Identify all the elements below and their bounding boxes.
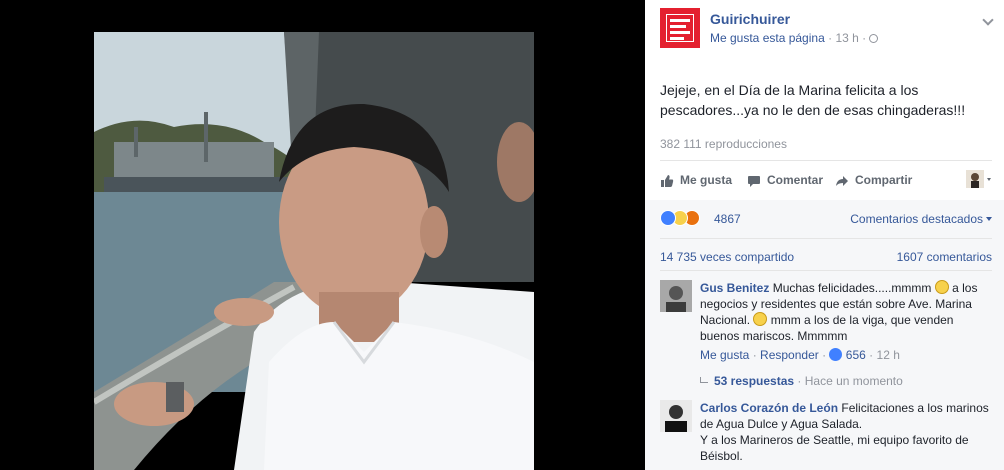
comment-time[interactable]: 12 h xyxy=(877,348,900,362)
meta-separator: · xyxy=(752,348,757,362)
divider xyxy=(660,160,992,161)
video-frame[interactable] xyxy=(94,32,534,470)
page-logo xyxy=(666,14,694,42)
comments-section: 4867 Comentarios destacados 14 735 veces… xyxy=(645,200,1004,470)
share-button[interactable]: Compartir xyxy=(835,170,912,190)
page-avatar[interactable] xyxy=(660,8,700,48)
divider xyxy=(660,270,992,271)
reaction-count[interactable]: 4867 xyxy=(714,212,741,226)
replies-time: Hace un momento xyxy=(804,374,903,388)
view-count: 382 111 reproducciones xyxy=(660,137,787,151)
globe-icon xyxy=(869,34,879,43)
sort-label: Comentarios destacados xyxy=(850,212,983,226)
post-text: Jejeje, en el Día de la Marina felicita … xyxy=(660,82,966,118)
like-label: Me gusta xyxy=(680,173,733,187)
comment-text: Y a los Marineros de Seattle, mi equipo … xyxy=(700,433,969,463)
comment-actions: Me gusta · Responder · 656 · 12 h xyxy=(700,348,900,362)
meta-separator: · xyxy=(822,348,827,362)
share-arrow-icon xyxy=(836,175,848,186)
comment-sort-dropdown[interactable]: Comentarios destacados xyxy=(850,212,992,226)
comment-reply-link[interactable]: Responder xyxy=(760,348,819,362)
viewer-avatar[interactable] xyxy=(966,170,992,188)
chevron-down-icon[interactable] xyxy=(982,14,994,26)
caret-down-icon xyxy=(986,217,992,221)
reply-arrow-icon xyxy=(700,377,708,383)
avatar[interactable] xyxy=(660,280,692,312)
comment-author[interactable]: Gus Benitez xyxy=(700,281,769,295)
comment-item: Gus Benitez Muchas felicidades.....mmmm … xyxy=(660,280,992,376)
action-bar: Me gusta Comentar Compartir xyxy=(660,170,992,190)
comment-like-count[interactable]: 656 xyxy=(846,348,866,362)
thumbs-up-icon xyxy=(661,174,674,187)
video-player[interactable] xyxy=(0,0,645,470)
like-reaction-icon xyxy=(829,348,843,361)
comment-body: Carlos Corazón de León Felicitaciones a … xyxy=(700,400,992,464)
like-page-link[interactable]: Me gusta esta página xyxy=(710,31,825,45)
video-still-image xyxy=(94,32,534,470)
comment-button[interactable]: Comentar xyxy=(747,170,823,190)
smile-emoji-icon xyxy=(934,280,949,294)
share-label: Compartir xyxy=(855,173,913,187)
page-name[interactable]: Guirichuirer xyxy=(710,11,790,27)
comment-label: Comentar xyxy=(767,173,824,187)
like-reaction-icon xyxy=(660,210,676,226)
post-time[interactable]: 13 h xyxy=(835,31,858,45)
comment-body: Gus Benitez Muchas felicidades.....mmmm … xyxy=(700,280,992,344)
meta-separator: · xyxy=(797,374,802,388)
post-header: Guirichuirer Me gusta esta página · 13 h… xyxy=(660,8,994,48)
meta-separator: · xyxy=(828,31,833,45)
divider xyxy=(660,238,992,239)
comment-author[interactable]: Carlos Corazón de León xyxy=(700,401,838,415)
meta-separator: · xyxy=(869,348,874,362)
meta-separator-2: · xyxy=(862,31,867,45)
comment-text: Muchas felicidades.....mmmm xyxy=(772,281,932,295)
comment-item: Carlos Corazón de León Felicitaciones a … xyxy=(660,400,992,470)
like-button[interactable]: Me gusta xyxy=(660,170,732,190)
comment-icon xyxy=(748,175,760,187)
smile-emoji-icon xyxy=(753,312,768,326)
replies-count[interactable]: 53 respuestas xyxy=(714,374,794,388)
replies-toggle[interactable]: 53 respuestas · Hace un momento xyxy=(700,374,903,388)
comment-like-link[interactable]: Me gusta xyxy=(700,348,749,362)
avatar[interactable] xyxy=(660,400,692,432)
post-meta: Me gusta esta página · 13 h · xyxy=(710,31,879,45)
post-panel: Guirichuirer Me gusta esta página · 13 h… xyxy=(645,0,1004,470)
share-count[interactable]: 14 735 veces compartido xyxy=(660,250,794,264)
comment-count[interactable]: 1607 comentarios xyxy=(897,250,992,264)
